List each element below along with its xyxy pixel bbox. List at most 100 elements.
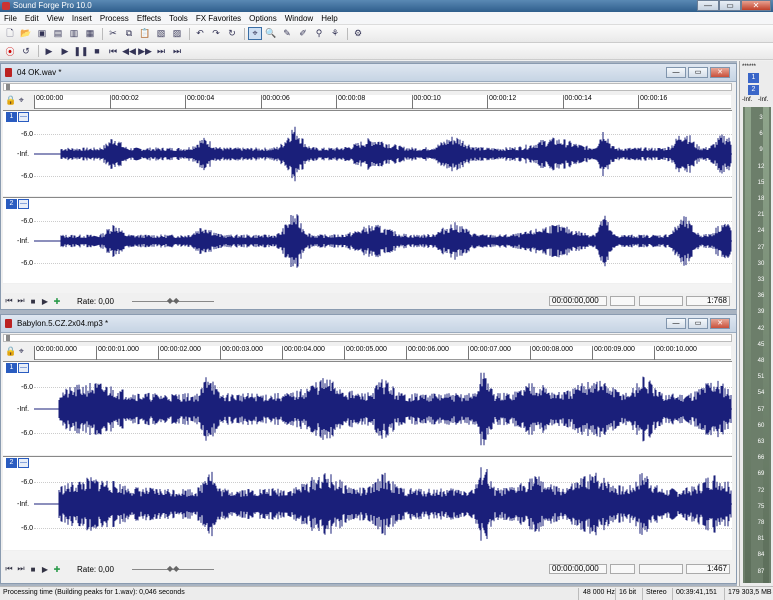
channel-mute-button[interactable]: — (18, 458, 29, 468)
waveform[interactable] (34, 111, 732, 197)
menu-effects[interactable]: Effects (133, 12, 165, 24)
menu-options[interactable]: Options (245, 12, 281, 24)
envelope-tool-icon[interactable]: ✐ (296, 27, 310, 40)
trim-icon[interactable]: ▨ (170, 27, 184, 40)
menu-edit[interactable]: Edit (21, 12, 43, 24)
maximize-button[interactable]: ▭ (719, 0, 741, 11)
maximize-button[interactable]: ▭ (688, 318, 708, 329)
plus-icon[interactable]: ✚ (51, 297, 63, 306)
meter-scale-label: 72 (757, 487, 765, 494)
close-button[interactable]: ✕ (741, 0, 771, 11)
rate-slider[interactable]: ◆◆ (131, 296, 214, 306)
meter-scale-label: 6 (759, 131, 763, 138)
overview-bar[interactable] (3, 83, 732, 91)
scrub-tool-icon[interactable]: ⚘ (328, 27, 342, 40)
slider-thumb-icon[interactable]: ◆◆ (167, 564, 179, 573)
repeat-icon[interactable]: ↻ (225, 27, 239, 40)
magnify-tool-icon[interactable]: 🔍 (264, 27, 278, 40)
plus-icon[interactable]: ✚ (51, 565, 63, 574)
ruler-tick-label: 00:00:05.000 (344, 346, 387, 360)
channel-2[interactable]: 2 — -6.0 -Inf. -6.0 (3, 197, 732, 283)
channel-mute-button[interactable]: — (18, 199, 29, 209)
go-to-start-icon[interactable]: ⏮ (3, 296, 15, 306)
cursor-icon[interactable]: ⌖ (19, 95, 24, 105)
edit-tool-icon[interactable]: ⌖ (248, 27, 262, 40)
new-file-icon[interactable]: 🗋 (3, 27, 17, 40)
lock-icon[interactable]: 🔒 (5, 95, 16, 105)
waveform[interactable] (34, 457, 732, 551)
go-to-start-icon[interactable]: ⏮ (3, 564, 15, 574)
menu-view[interactable]: View (43, 12, 68, 24)
menu-insert[interactable]: Insert (68, 12, 96, 24)
record-icon[interactable]: ⦿ (3, 45, 17, 58)
ruler-tick-label: 00:00:03.000 (220, 346, 263, 360)
maximize-button[interactable]: ▭ (688, 67, 708, 78)
channel-1[interactable]: 1 — -6.0 -Inf. -6.0 (3, 110, 732, 196)
stop-icon[interactable]: ■ (27, 565, 39, 574)
go-to-end-icon[interactable]: ⏭ (15, 296, 27, 306)
cursor-icon[interactable]: ⌖ (19, 346, 24, 356)
save-as-icon[interactable]: ▤ (51, 27, 65, 40)
meter-channel-1[interactable]: 1 (748, 73, 759, 83)
slider-thumb-icon[interactable]: ◆◆ (167, 296, 179, 305)
snap-icon[interactable]: ⚙ (351, 27, 365, 40)
properties-icon[interactable]: ▦ (83, 27, 97, 40)
save-icon[interactable]: ▣ (35, 27, 49, 40)
open-file-icon[interactable]: 📂 (19, 27, 33, 40)
undo-icon[interactable]: ↶ (193, 27, 207, 40)
ruler-tick-label: 00:00:08.000 (530, 346, 573, 360)
waveform[interactable] (34, 198, 732, 284)
meter-scale-label: 15 (757, 179, 765, 186)
play-icon[interactable]: ▶ (39, 297, 51, 306)
mix-icon[interactable]: ▧ (154, 27, 168, 40)
next-marker-icon[interactable]: ⏭ (170, 45, 184, 58)
channel-1[interactable]: 1 — -6.0 -Inf. -6.0 (3, 361, 732, 455)
minimize-button[interactable]: — (666, 67, 686, 78)
cut-icon[interactable]: ✂ (106, 27, 120, 40)
play-all-icon[interactable]: ▶ (42, 45, 56, 58)
time-ruler[interactable]: 00:00:00.000 00:00:01.000 00:00:02.000 00:0… (34, 346, 731, 360)
pencil-tool-icon[interactable]: ✎ (280, 27, 294, 40)
time-ruler[interactable]: 00:00:00 00:00:02 00:00:04 00:00:06 00:00:08… (34, 95, 731, 109)
stop-icon[interactable]: ■ (90, 45, 104, 58)
waveform[interactable] (34, 362, 732, 456)
menu-file[interactable]: File (0, 12, 21, 24)
minimize-button[interactable]: — (697, 0, 719, 11)
render-icon[interactable]: ▥ (67, 27, 81, 40)
meter-channel-2[interactable]: 2 (748, 85, 759, 95)
overview-marker[interactable] (6, 335, 10, 341)
play-icon[interactable]: ▶ (58, 45, 72, 58)
channel-2[interactable]: 2 — -6.0 -Inf. -6.0 (3, 456, 732, 550)
lock-icon[interactable]: 🔒 (5, 346, 16, 356)
event-tool-icon[interactable]: ⚲ (312, 27, 326, 40)
paste-icon[interactable]: 📋 (138, 27, 152, 40)
meter-scale-label: 21 (757, 212, 765, 219)
menu-process[interactable]: Process (96, 12, 133, 24)
channel-mute-button[interactable]: — (18, 112, 29, 122)
overview-marker[interactable] (6, 84, 10, 90)
loop-icon[interactable]: ↺ (19, 45, 33, 58)
overview-bar[interactable] (3, 334, 732, 342)
menu-tools[interactable]: Tools (165, 12, 192, 24)
stop-icon[interactable]: ■ (27, 297, 39, 306)
go-to-end-icon[interactable]: ⏭ (15, 564, 27, 574)
minimize-button[interactable]: — (666, 318, 686, 329)
pause-icon[interactable]: ❚❚ (73, 45, 88, 58)
menu-fx-favorites[interactable]: FX Favorites (192, 12, 245, 24)
play-icon[interactable]: ▶ (39, 565, 51, 574)
horizontal-scrollbar[interactable] (3, 551, 732, 560)
forward-icon[interactable]: ▶▶ (138, 45, 152, 58)
close-button[interactable]: ✕ (710, 67, 730, 78)
menu-window[interactable]: Window (281, 12, 317, 24)
copy-icon[interactable]: ⧉ (122, 27, 136, 40)
go-to-start-icon[interactable]: ⏮ (106, 45, 120, 58)
ruler-tick-label: 00:00:04 (185, 95, 214, 109)
rewind-icon[interactable]: ◀◀ (122, 45, 136, 58)
channel-mute-button[interactable]: — (18, 363, 29, 373)
go-to-end-icon[interactable]: ⏭ (154, 45, 168, 58)
menu-help[interactable]: Help (317, 12, 341, 24)
horizontal-scrollbar[interactable] (3, 284, 732, 293)
close-button[interactable]: ✕ (710, 318, 730, 329)
redo-icon[interactable]: ↷ (209, 27, 223, 40)
rate-slider[interactable]: ◆◆ (131, 564, 214, 574)
